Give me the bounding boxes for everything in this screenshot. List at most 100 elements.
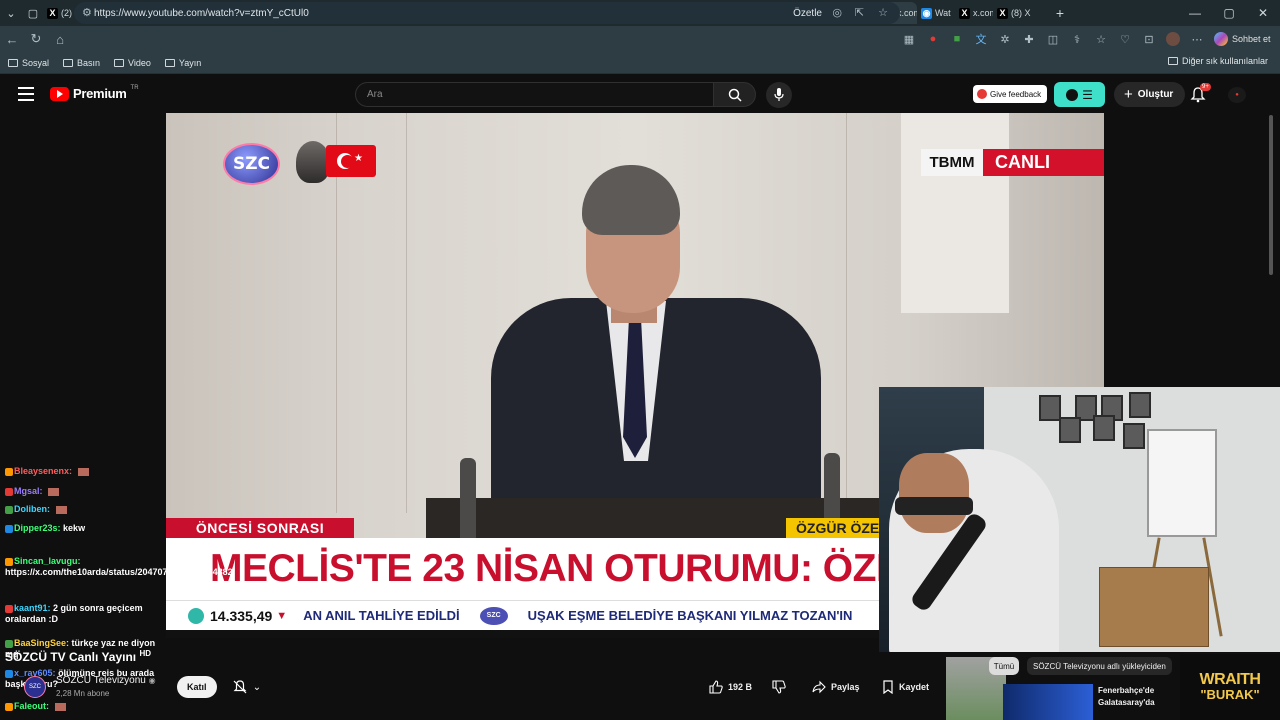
search-input[interactable]: Ara — [355, 82, 714, 107]
extensions-bar: ▦ ● ■ 文 ✲ ✚ ◫ ⚕ ☆ ♡ ⊡ ⋯ — [897, 26, 1209, 52]
share-icon — [812, 680, 826, 694]
chat-username[interactable]: Sincan_lavugu: — [14, 556, 81, 566]
save-button[interactable]: Kaydet — [882, 676, 929, 698]
headset — [895, 497, 973, 515]
collections-icon[interactable]: ♡ — [1113, 27, 1137, 51]
tab-favicon-icon: X — [959, 7, 970, 19]
workspaces-icon[interactable]: ▢ — [22, 2, 44, 24]
extension-grid-icon[interactable]: ▦ — [897, 27, 921, 51]
home-button[interactable]: ⌂ — [48, 27, 72, 51]
site-info-icon[interactable]: ⚙ — [82, 6, 92, 19]
extension-green-icon[interactable]: ■ — [945, 27, 969, 51]
chat-username[interactable]: Doliben: — [14, 504, 50, 514]
omnibox[interactable]: ⚙ https://www.youtube.com/watch?v=ztmY_c… — [74, 2, 900, 24]
wall-frame — [1059, 417, 1081, 443]
chat-username[interactable]: Dipper23s: — [14, 523, 61, 533]
profile-avatar-icon[interactable] — [1161, 27, 1185, 51]
extension-toggle-button[interactable]: ☰ — [1054, 82, 1105, 107]
chat-badge-icon — [5, 524, 13, 533]
chat-badge-icon — [5, 487, 13, 496]
split-screen-icon[interactable]: ◫ — [1041, 27, 1065, 51]
reload-button[interactable]: ↻ — [24, 27, 48, 51]
browser-tab[interactable]: ◉ Wat — [918, 2, 955, 24]
extension-gear-icon[interactable]: ✲ — [993, 27, 1017, 51]
search-button[interactable] — [713, 82, 756, 107]
browser-tab[interactable]: X(8) X — [994, 2, 1031, 24]
like-count: 192 B — [728, 682, 753, 692]
chat-username[interactable]: Mgsal: — [14, 486, 43, 496]
extension-logo-icon — [1066, 88, 1079, 101]
guide-menu-icon[interactable] — [18, 87, 34, 101]
chat-username[interactable]: Bleaysenenx: — [14, 466, 72, 476]
tab-title: x.com — [897, 8, 917, 18]
extension-translate-icon[interactable]: 文 — [969, 27, 993, 51]
browser-tab[interactable]: Xx.com — [956, 2, 993, 24]
summarize-button[interactable]: Özetle — [793, 8, 822, 19]
chat-username[interactable]: BaaSingSee: — [14, 638, 69, 648]
open-in-app-icon[interactable]: ⇱ — [855, 6, 864, 19]
url-text[interactable]: https://www.youtube.com/watch?v=ztmY_cCt… — [94, 8, 309, 19]
sozcu-channel-logo: SZC — [223, 143, 280, 185]
wall-frame — [1039, 395, 1061, 421]
chat-username[interactable]: kaant91: — [14, 603, 51, 613]
speaker-hair — [582, 165, 680, 235]
back-button[interactable]: ← — [0, 27, 24, 51]
give-feedback-button[interactable]: Give feedback — [973, 85, 1048, 103]
screenshot-icon[interactable]: ⊡ — [1137, 27, 1161, 51]
minimize-button[interactable]: — — [1178, 0, 1212, 26]
chat-badge-icon — [5, 505, 13, 514]
streamer-head — [899, 453, 969, 533]
recommended-video-thumbnail[interactable] — [1003, 684, 1093, 720]
bookmarks-bar: Sosyal Basın Video Yayın Diğer sık kulla… — [0, 52, 1280, 74]
tab-title: (8) X — [1011, 8, 1031, 18]
favorites-icon[interactable]: ☆ — [1089, 27, 1113, 51]
wall-frame — [1129, 392, 1151, 418]
create-button[interactable]: + Oluştur — [1114, 82, 1186, 107]
bookmark-icon — [883, 680, 893, 694]
copilot-chat-button[interactable]: Sohbet et — [1214, 29, 1271, 49]
account-avatar[interactable]: ● — [1228, 87, 1246, 103]
down-arrow-icon: ▼ — [276, 609, 288, 622]
performance-icon[interactable]: ⚕ — [1065, 27, 1089, 51]
bookmark-folder-basin[interactable]: Basın — [63, 58, 100, 68]
chat-message: Bleaysenenx: — [5, 466, 167, 477]
chip-channel-uploads[interactable]: SÖZCÜ Televizyonu adlı yükleyiciden — [1027, 657, 1172, 675]
channel-avatar-logo: SZC — [29, 684, 41, 690]
bist-index-value: 14.335,49 — [210, 607, 273, 624]
wall-line — [846, 113, 847, 513]
channel-name[interactable]: SÖZCÜ Televizyonu ◉ — [56, 675, 156, 686]
other-bookmarks-folder[interactable]: Diğer sık kullanılanlar — [1167, 56, 1268, 66]
join-button[interactable]: Katıl — [177, 676, 217, 698]
feedback-icon — [977, 89, 987, 99]
tab-list-menu-icon[interactable]: ⌄ — [0, 2, 22, 24]
new-tab-button[interactable]: + — [1049, 2, 1071, 24]
more-menu-icon[interactable]: ⋯ — [1185, 27, 1209, 51]
voice-search-button[interactable] — [766, 82, 792, 108]
chip-all[interactable]: Tümü — [989, 657, 1019, 675]
chat-username[interactable]: Faleout: — [14, 701, 49, 711]
page-scrollbar[interactable] — [1269, 115, 1273, 275]
chat-message: Dipper23s: kekw — [5, 523, 167, 534]
like-button[interactable]: 192 B — [709, 676, 752, 698]
youtube-play-icon — [50, 86, 69, 101]
extensions-puzzle-icon[interactable]: ✚ — [1017, 27, 1041, 51]
recommended-video-title[interactable]: Fenerbahçe'de Galatasaray'da — [1098, 685, 1173, 709]
bookmark-folder-video[interactable]: Video — [114, 58, 151, 68]
bookmark-folder-yayin[interactable]: Yayın — [164, 58, 201, 68]
bookmark-star-icon[interactable]: ☆ — [878, 6, 888, 19]
close-window-button[interactable]: ✕ — [1246, 0, 1280, 26]
subscription-notifications-button[interactable]: ⌄ — [226, 676, 268, 698]
dislike-button[interactable] — [772, 676, 786, 698]
index-icon — [188, 607, 204, 624]
tab-favicon-icon: X — [997, 7, 1008, 19]
share-button[interactable]: Paylaş — [812, 676, 860, 698]
bookmark-folder-sosyal[interactable]: Sosyal — [8, 58, 49, 68]
channel-avatar[interactable]: SZC — [24, 676, 46, 698]
sozcu-mini-logo: SZC — [479, 606, 508, 625]
restore-button[interactable]: ▢ — [1212, 0, 1246, 26]
extension-red-icon[interactable]: ● — [921, 27, 945, 51]
summarize-icon[interactable]: ◎ — [832, 6, 842, 19]
youtube-premium-logo[interactable]: Premium TR — [50, 85, 139, 101]
thumbs-up-icon — [709, 680, 723, 694]
channel-name-text[interactable]: SÖZCÜ Televizyonu — [56, 675, 146, 686]
